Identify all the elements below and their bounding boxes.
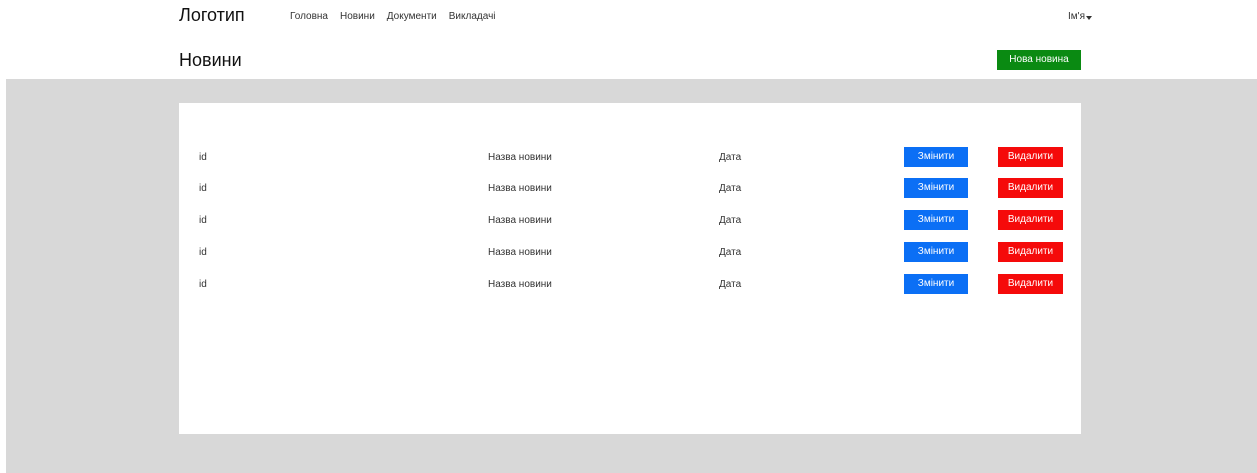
edit-button[interactable]: Змінити bbox=[904, 242, 968, 262]
table-row: id Назва новини Дата Змінити Видалити bbox=[179, 274, 1081, 296]
nav-item-documents[interactable]: Документи bbox=[387, 10, 437, 24]
table-row: id Назва новини Дата Змінити Видалити bbox=[179, 147, 1081, 169]
delete-button[interactable]: Видалити bbox=[998, 242, 1063, 262]
row-id: id bbox=[199, 247, 207, 258]
logo[interactable]: Логотип bbox=[179, 4, 245, 26]
table-row: id Назва новини Дата Змінити Видалити bbox=[179, 178, 1081, 200]
row-title: Назва новини bbox=[488, 279, 552, 290]
edit-button[interactable]: Змінити bbox=[904, 178, 968, 198]
row-date: Дата bbox=[719, 215, 742, 226]
nav-item-teachers[interactable]: Викладачі bbox=[449, 10, 496, 24]
page: Логотип Головна Новини Документи Виклада… bbox=[0, 0, 1257, 473]
main-nav: Головна Новини Документи Викладачі bbox=[290, 10, 496, 24]
row-id: id bbox=[199, 152, 207, 163]
user-name: Ім'я bbox=[1068, 11, 1085, 22]
delete-button[interactable]: Видалити bbox=[998, 178, 1063, 198]
new-news-button[interactable]: Нова новина bbox=[997, 50, 1081, 70]
row-date: Дата bbox=[719, 247, 742, 258]
row-title: Назва новини bbox=[488, 183, 552, 194]
table-row: id Назва новини Дата Змінити Видалити bbox=[179, 210, 1081, 232]
row-title: Назва новини bbox=[488, 247, 552, 258]
top-navbar: Логотип Головна Новини Документи Виклада… bbox=[0, 0, 1257, 36]
news-table-card: id Назва новини Дата Змінити Видалити id… bbox=[179, 103, 1081, 434]
edit-button[interactable]: Змінити bbox=[904, 210, 968, 230]
row-id: id bbox=[199, 183, 207, 194]
delete-button[interactable]: Видалити bbox=[998, 210, 1063, 230]
table-row: id Назва новини Дата Змінити Видалити bbox=[179, 242, 1081, 264]
delete-button[interactable]: Видалити bbox=[998, 147, 1063, 167]
row-date: Дата bbox=[719, 183, 742, 194]
edit-button[interactable]: Змінити bbox=[904, 147, 968, 167]
row-title: Назва новини bbox=[488, 152, 552, 163]
row-date: Дата bbox=[719, 152, 742, 163]
row-id: id bbox=[199, 279, 207, 290]
delete-button[interactable]: Видалити bbox=[998, 274, 1063, 294]
row-title: Назва новини bbox=[488, 215, 552, 226]
user-menu[interactable]: Ім'я bbox=[1068, 10, 1092, 24]
nav-item-home[interactable]: Головна bbox=[290, 10, 328, 24]
chevron-down-icon bbox=[1086, 16, 1092, 20]
row-date: Дата bbox=[719, 279, 742, 290]
row-id: id bbox=[199, 215, 207, 226]
edit-button[interactable]: Змінити bbox=[904, 274, 968, 294]
nav-item-news[interactable]: Новини bbox=[340, 10, 375, 24]
page-title: Новини bbox=[179, 50, 242, 70]
